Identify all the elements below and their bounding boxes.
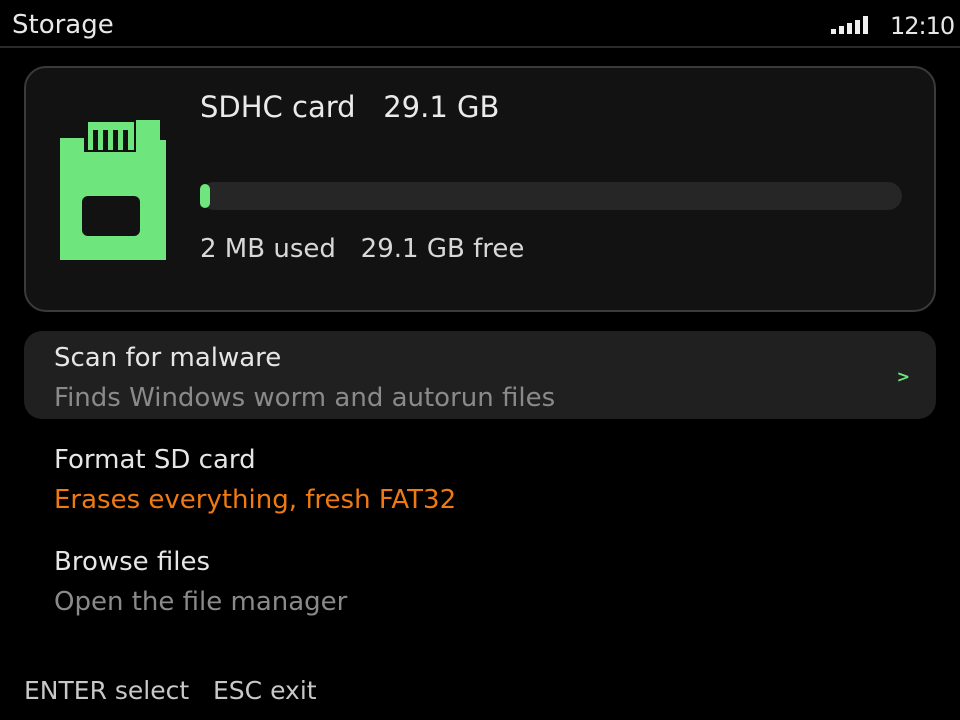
status-bar: Storage 12:10 bbox=[0, 0, 960, 48]
storage-card: SDHC card 29.1 GB 2 MB used 29.1 GB free bbox=[24, 66, 936, 312]
free-label: 29.1 GB free bbox=[360, 234, 525, 264]
card-name: SDHC card bbox=[200, 90, 356, 124]
menu-item-desc: Finds Windows worm and autorun files bbox=[54, 383, 556, 413]
menu-item-scan-malware[interactable]: Scan for malware Finds Windows worm and … bbox=[24, 331, 936, 419]
key-hints: ENTER select ESC exit bbox=[24, 676, 317, 705]
usage-bar-fill bbox=[200, 184, 210, 208]
card-capacity: 29.1 GB bbox=[383, 90, 500, 124]
used-label: 2 MB used bbox=[200, 234, 336, 264]
enter-hint: ENTER select bbox=[24, 676, 190, 705]
esc-hint: ESC exit bbox=[213, 676, 317, 705]
menu-item-format-sd[interactable]: Format SD card Erases everything, fresh … bbox=[24, 433, 936, 521]
sd-card-icon bbox=[60, 120, 166, 260]
usage-bar bbox=[200, 182, 902, 210]
page-title: Storage bbox=[12, 10, 114, 40]
chevron-right-icon: > bbox=[896, 367, 910, 386]
menu-item-label: Format SD card bbox=[54, 445, 256, 475]
menu-item-browse-files[interactable]: Browse files Open the file manager bbox=[24, 535, 936, 623]
usage-text: 2 MB used 29.1 GB free bbox=[200, 234, 524, 264]
menu-item-label: Browse files bbox=[54, 547, 211, 577]
menu-item-desc: Open the file manager bbox=[54, 587, 348, 617]
signal-bars-icon bbox=[831, 16, 873, 34]
menu-item-desc: Erases everything, fresh FAT32 bbox=[54, 485, 457, 515]
status-clock: 12:10 bbox=[890, 12, 955, 40]
menu-item-label: Scan for malware bbox=[54, 343, 282, 373]
card-title: SDHC card 29.1 GB bbox=[200, 90, 499, 124]
